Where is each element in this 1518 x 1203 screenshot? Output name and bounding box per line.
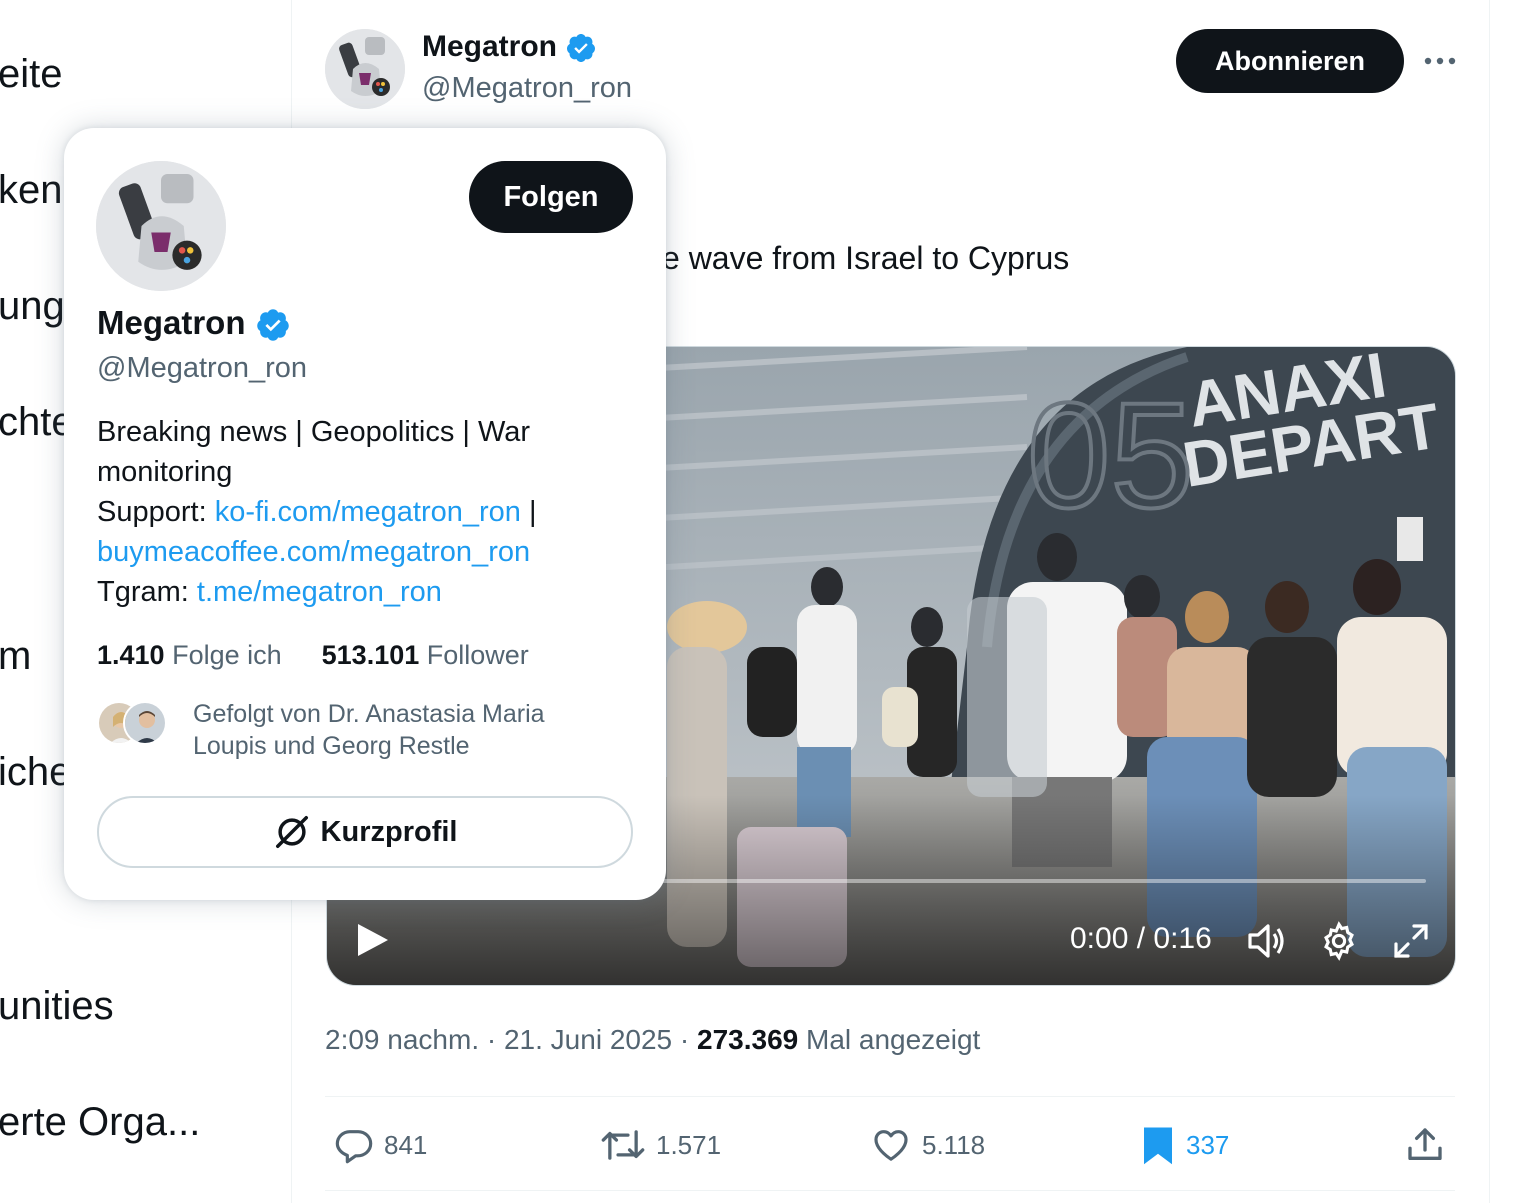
reply-button[interactable]: 841: [334, 1122, 427, 1168]
fullscreen-icon[interactable]: [1392, 922, 1430, 965]
subscribe-button[interactable]: Abonnieren: [1176, 29, 1404, 93]
telegram-link[interactable]: t.me/megatron_ron: [197, 576, 442, 608]
bookmark-filled-icon: [1144, 1127, 1172, 1165]
more-options-icon[interactable]: [1418, 44, 1462, 78]
sidebar-item-communities[interactable]: unities: [0, 984, 114, 1029]
repost-button[interactable]: 1.571: [600, 1122, 721, 1168]
play-icon[interactable]: [352, 920, 392, 965]
bio-tgram-line: Tgram: t.me/megatron_ron: [97, 572, 637, 612]
sidebar-item-explore[interactable]: ken: [0, 168, 63, 213]
hovercard-handle[interactable]: @Megatron_ron: [97, 352, 307, 385]
sidebar-item-premium[interactable]: m: [0, 634, 31, 679]
sidebar-item-home[interactable]: eite: [0, 52, 63, 97]
avatar: [123, 701, 167, 745]
main-column-divider: [1489, 0, 1490, 1203]
tweet-text-visible: e wave from Israel to Cyprus: [662, 240, 1070, 276]
bio-line: Breaking news | Geopolitics | War monito…: [97, 416, 531, 488]
repost-icon: [601, 1130, 645, 1160]
reply-icon: [335, 1130, 373, 1164]
hovercard-name[interactable]: Megatron: [97, 304, 291, 343]
like-count: 5.118: [922, 1129, 986, 1160]
grok-icon: [275, 816, 308, 848]
bookmark-button[interactable]: 337: [1140, 1122, 1229, 1168]
kofi-link[interactable]: ko-fi.com/megatron_ron: [215, 496, 521, 528]
followers-label: Follower: [419, 640, 529, 670]
hovercard-bio: Breaking news | Geopolitics | War monito…: [97, 412, 637, 612]
sidebar-item-verified-orgs[interactable]: erte Orga...: [0, 1100, 200, 1145]
bookmark-count: 337: [1186, 1129, 1230, 1160]
tweet-meta: 2:09 nachm. · 21. Juni 2025 · 273.369 Ma…: [325, 1024, 980, 1056]
verified-badge-icon: [567, 34, 596, 63]
volume-icon[interactable]: [1246, 920, 1288, 967]
heart-icon: [874, 1130, 908, 1161]
reply-count: 841: [384, 1129, 428, 1160]
bio-support-line: Support: ko-fi.com/megatron_ron |: [97, 492, 637, 532]
author-name[interactable]: Megatron: [422, 30, 597, 64]
support-label: Support:: [97, 496, 215, 528]
followers-stat[interactable]: 513.101 Follower: [322, 640, 529, 671]
kurzprofil-label: Kurzprofil: [320, 815, 458, 848]
author-name-text[interactable]: Megatron: [422, 30, 557, 63]
buymeacoffee-link[interactable]: buymeacoffee.com/megatron_ron: [97, 536, 530, 568]
share-button[interactable]: [1405, 1122, 1445, 1168]
author-avatar[interactable]: [325, 29, 405, 109]
following-count: 1.410: [97, 640, 165, 670]
followers-count: 513.101: [321, 640, 420, 670]
following-label: Folge ich: [164, 640, 282, 670]
share-icon: [1408, 1128, 1442, 1160]
sidebar-item-bookmarks[interactable]: iche: [0, 750, 71, 795]
repost-count: 1.571: [656, 1129, 722, 1160]
hovercard-avatar[interactable]: [96, 161, 226, 291]
video-time-readout: 0:00 / 0:16: [1070, 922, 1212, 955]
follow-button[interactable]: Folgen: [469, 161, 633, 233]
settings-gear-icon[interactable]: [1318, 920, 1360, 967]
sidebar-item-messages[interactable]: chte: [0, 400, 74, 445]
following-stat[interactable]: 1.410 Folge ich: [97, 640, 282, 671]
author-handle[interactable]: @Megatron_ron: [422, 72, 632, 105]
profile-hover-card: Folgen Megatron @Megatron_ron Breaking n…: [64, 128, 666, 900]
support-separator: |: [520, 496, 537, 528]
kurzprofil-button[interactable]: Kurzprofil: [97, 796, 633, 868]
view-count: 273.369: [697, 1024, 799, 1055]
tgram-label: Tgram:: [97, 576, 197, 608]
view-count-label: Mal angezeigt: [798, 1024, 981, 1055]
divider: [325, 1096, 1455, 1097]
tweet-timestamp[interactable]: 2:09 nachm. · 21. Juni 2025 ·: [325, 1024, 697, 1055]
bio-support-line-2: buymeacoffee.com/megatron_ron: [97, 532, 637, 572]
followed-by-text[interactable]: Gefolgt von Dr. Anastasia Maria Loupis u…: [193, 698, 613, 762]
like-button[interactable]: 5.118: [870, 1122, 985, 1168]
hovercard-stats: 1.410 Folge ich 513.101 Follower: [97, 640, 529, 671]
hovercard-name-text[interactable]: Megatron: [97, 304, 246, 341]
followed-by-avatars[interactable]: [97, 701, 169, 747]
verified-badge-icon: [256, 309, 289, 342]
divider: [325, 1190, 1455, 1191]
